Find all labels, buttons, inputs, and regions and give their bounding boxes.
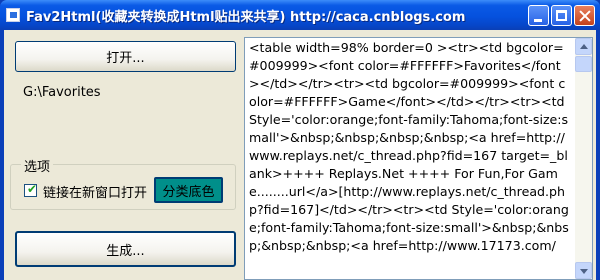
html-output-text: <table width=98% border=0 ><tr><td bgcol…	[249, 40, 569, 253]
category-bg-color-button[interactable]: 分类底色	[154, 177, 223, 203]
app-icon	[6, 8, 20, 22]
new-window-label[interactable]: 链接在新窗口打开	[43, 182, 147, 201]
scroll-thumb[interactable]	[575, 56, 592, 72]
scroll-up-arrow-icon[interactable]	[575, 38, 592, 55]
app-window: Fav2Html(收藏夹转换成Html贴出来共享) http://caca.cn…	[0, 0, 600, 280]
new-window-checkbox[interactable]: ✔	[24, 182, 38, 197]
html-output-textarea[interactable]: <table width=98% border=0 ><tr><td bgcol…	[244, 37, 593, 280]
window-title: Fav2Html(收藏夹转换成Html贴出来共享) http://caca.cn…	[26, 10, 466, 25]
form-body: 打开... G:\Favorites 选项 ✔ 链接在新窗口打开 分类底色 生成…	[4, 30, 596, 280]
vertical-scrollbar[interactable]	[575, 38, 592, 279]
maximize-button[interactable]	[551, 5, 572, 26]
scroll-down-arrow-icon[interactable]	[575, 262, 592, 279]
options-group: 选项 ✔ 链接在新窗口打开 分类底色	[10, 156, 236, 210]
title-bar[interactable]: Fav2Html(收藏夹转换成Html贴出来共享) http://caca.cn…	[0, 0, 600, 30]
checkmark-icon: ✔	[27, 182, 38, 196]
folder-path-label: G:\Favorites	[23, 85, 101, 100]
generate-button[interactable]: 生成...	[15, 231, 236, 267]
close-button[interactable]	[574, 5, 595, 26]
open-button[interactable]: 打开...	[15, 41, 236, 72]
minimize-button[interactable]	[528, 5, 549, 26]
options-legend: 选项	[21, 156, 54, 175]
